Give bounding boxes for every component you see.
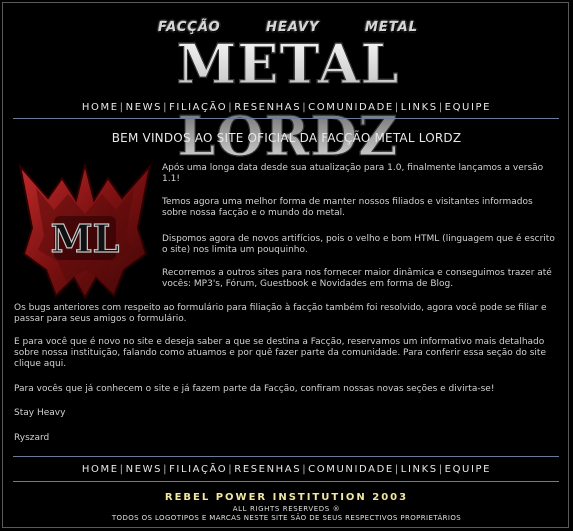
intro-paragraph-4: Recorremos a outros sites para nos forne… xyxy=(162,268,552,289)
signoff-stay-heavy: Stay Heavy xyxy=(14,408,66,418)
footer-organization: REBEL POWER INSTITUTION 2003 xyxy=(164,492,409,503)
nav-separator: | xyxy=(394,464,400,475)
nav-divider-top xyxy=(13,118,559,119)
nav-separator: | xyxy=(163,464,169,475)
body-paragraph-bugs: Os bugs anteriores com respeito ao formu… xyxy=(14,303,547,324)
nav-comunidade[interactable]: COMUNIDADE xyxy=(308,102,394,113)
nav-divider-bottom-top xyxy=(13,456,559,457)
nav-links[interactable]: LINKS xyxy=(401,464,438,475)
nav-separator: | xyxy=(438,102,444,113)
nav-separator: | xyxy=(163,102,169,113)
footer-rights: ALL RIGHTS RESERVEDS ® xyxy=(232,505,341,513)
nav-equipe[interactable]: EQUIPE xyxy=(445,464,491,475)
nav-home[interactable]: HOME xyxy=(82,102,119,113)
nav-separator: | xyxy=(394,102,400,113)
nav-resenhas[interactable]: RESENHAS xyxy=(234,102,301,113)
emblem-letters: ML xyxy=(51,216,120,261)
site-logo[interactable]: FACÇÃO HEAVY METAL METAL LORDZ xyxy=(88,20,488,169)
nav-separator: | xyxy=(438,464,444,475)
intro-paragraph-1: Após uma longa data desde sua atualizaçã… xyxy=(162,163,544,184)
body-paragraph-info: E para você que é novo no site e deseja … xyxy=(14,337,546,369)
signoff-author: Ryszard xyxy=(14,433,50,443)
nav-separator: | xyxy=(119,102,125,113)
footer-trademarks: TODOS OS LOGOTIPOS E MARCAS NESTE SITE S… xyxy=(111,514,462,522)
intro-paragraph-3: Dispomos agora de novos artifícios, pois… xyxy=(162,234,555,255)
nav-links[interactable]: LINKS xyxy=(401,102,438,113)
nav-resenhas[interactable]: RESENHAS xyxy=(234,464,301,475)
ml-emblem-icon: ML xyxy=(18,162,152,300)
nav-equipe[interactable]: EQUIPE xyxy=(445,102,491,113)
logo-title: METAL LORDZ xyxy=(88,28,488,172)
bottom-nav: HOME|NEWS|FILIAÇÃO|RESENHAS|COMUNIDADE|L… xyxy=(0,464,573,475)
nav-separator: | xyxy=(119,464,125,475)
nav-news[interactable]: NEWS xyxy=(126,464,162,475)
nav-news[interactable]: NEWS xyxy=(126,102,162,113)
nav-filiacao[interactable]: FILIAÇÃO xyxy=(169,102,227,113)
intro-paragraph-2: Temos agora uma melhor forma de manter n… xyxy=(162,197,533,218)
body-paragraph-welcome-back: Para vocês que já conhecem o site e já f… xyxy=(14,384,495,394)
nav-divider-bottom xyxy=(13,481,559,482)
nav-home[interactable]: HOME xyxy=(82,464,119,475)
nav-filiacao[interactable]: FILIAÇÃO xyxy=(169,464,227,475)
top-nav: HOME|NEWS|FILIAÇÃO|RESENHAS|COMUNIDADE|L… xyxy=(0,102,573,113)
welcome-title: BEM VINDOS AO SITE OFICIAL DA FACÇÃO MET… xyxy=(111,131,462,145)
nav-comunidade[interactable]: COMUNIDADE xyxy=(308,464,394,475)
